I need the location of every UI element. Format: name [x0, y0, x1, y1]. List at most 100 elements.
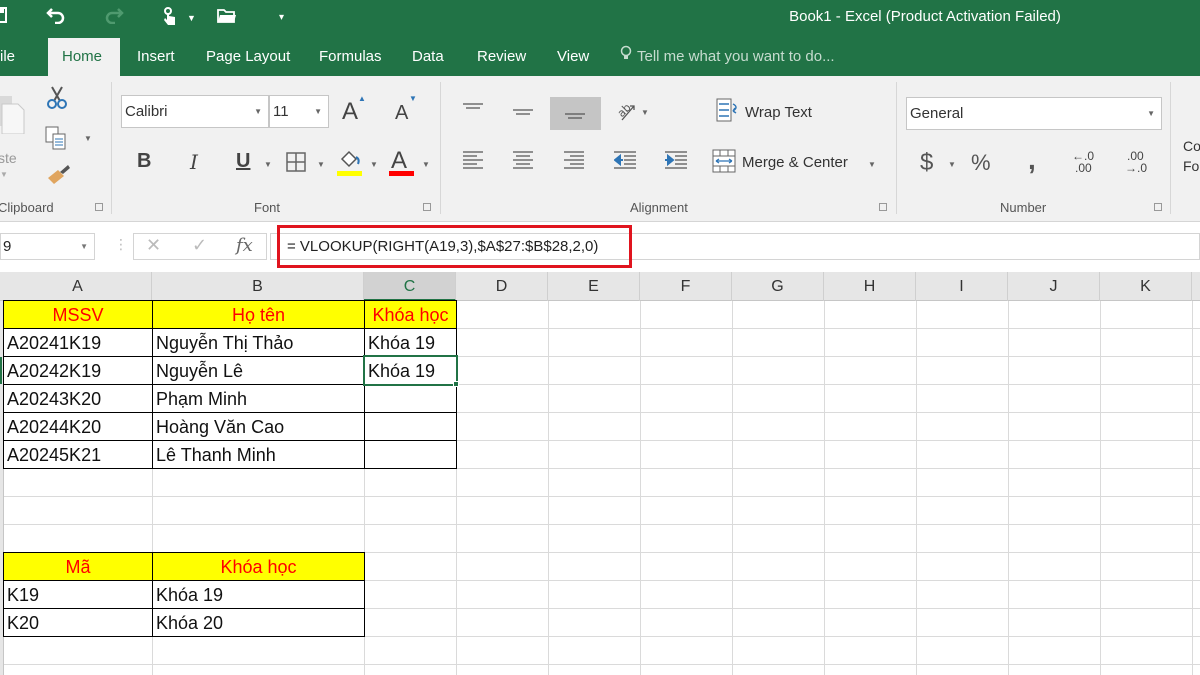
- percent-style-button[interactable]: %: [971, 150, 991, 176]
- grow-font-button[interactable]: A ▲: [342, 94, 366, 126]
- table-cell[interactable]: A20244K20: [3, 412, 153, 441]
- table-cell[interactable]: A20243K20: [3, 384, 153, 413]
- alignment-dialog-launcher-icon[interactable]: [879, 203, 887, 211]
- chevron-down-icon: ▼: [314, 107, 322, 116]
- name-box[interactable]: 9 ▼: [0, 233, 95, 260]
- comma-style-button[interactable]: ,: [1028, 144, 1036, 176]
- tab-page-layout[interactable]: Page Layout: [192, 38, 304, 76]
- top-align-icon[interactable]: [463, 100, 485, 118]
- tab-data[interactable]: Data: [398, 38, 458, 76]
- table-cell[interactable]: Hoàng Văn Cao: [152, 412, 365, 441]
- accounting-dropdown-icon[interactable]: ▼: [948, 160, 956, 169]
- fill-color-dropdown-icon[interactable]: ▼: [370, 160, 378, 169]
- table-cell[interactable]: K20: [3, 608, 153, 637]
- column-header-d[interactable]: D: [456, 272, 548, 301]
- formula-bar-resize-handle[interactable]: ⋮: [114, 236, 128, 253]
- column-header-a[interactable]: A: [4, 272, 152, 301]
- table-cell[interactable]: [364, 412, 457, 441]
- header-cell-ho-ten[interactable]: Họ tên: [152, 300, 365, 329]
- merge-center-button[interactable]: Merge & Center: [742, 154, 848, 171]
- copy-icon[interactable]: [45, 126, 67, 155]
- table-cell[interactable]: Khóa 20: [152, 608, 365, 637]
- column-header-h[interactable]: H: [824, 272, 916, 301]
- increase-indent-icon[interactable]: [665, 151, 689, 176]
- align-center-icon[interactable]: [513, 151, 535, 176]
- bottom-align-icon: [564, 113, 585, 119]
- table-cell[interactable]: Lê Thanh Minh: [152, 440, 365, 469]
- group-separator: [1170, 82, 1171, 214]
- table-cell[interactable]: A20245K21: [3, 440, 153, 469]
- italic-button[interactable]: I: [190, 150, 198, 174]
- conditional-formatting-button[interactable]: Co For: [1183, 136, 1200, 176]
- column-header-b[interactable]: B: [152, 272, 364, 301]
- header-cell-khoa-hoc[interactable]: Khóa học: [364, 300, 457, 329]
- cancel-icon[interactable]: ✕: [146, 235, 161, 256]
- header-cell-khoa-hoc[interactable]: Khóa học: [152, 552, 365, 581]
- table-cell[interactable]: Nguyễn Lê: [152, 356, 365, 385]
- number-dialog-launcher-icon[interactable]: [1154, 203, 1162, 211]
- underline-button[interactable]: U: [236, 150, 250, 173]
- insert-function-icon[interactable]: fx: [236, 235, 253, 256]
- wrap-text-icon[interactable]: [716, 98, 740, 127]
- column-header-i[interactable]: I: [916, 272, 1008, 301]
- wrap-text-button[interactable]: Wrap Text: [745, 104, 812, 121]
- tab-file[interactable]: ile: [0, 38, 29, 76]
- fill-handle[interactable]: [453, 381, 459, 387]
- table-cell[interactable]: Phạm Minh: [152, 384, 365, 413]
- shrink-font-button[interactable]: A ▼: [395, 94, 417, 125]
- column-header-c[interactable]: C: [364, 272, 456, 301]
- table-cell[interactable]: A20241K19: [3, 328, 153, 357]
- font-color-dropdown-icon[interactable]: ▼: [422, 160, 430, 169]
- middle-align-icon[interactable]: [513, 106, 535, 124]
- table-cell[interactable]: Khóa 19: [152, 580, 365, 609]
- borders-dropdown-icon[interactable]: ▼: [317, 160, 325, 169]
- enter-icon[interactable]: ✓: [192, 235, 207, 256]
- tab-review[interactable]: Review: [463, 38, 540, 76]
- tab-formulas[interactable]: Formulas: [305, 38, 396, 76]
- decrease-decimal-button[interactable]: .00 →.0: [1125, 150, 1147, 174]
- orientation-icon[interactable]: ab: [615, 100, 638, 125]
- merge-center-icon[interactable]: [712, 149, 736, 178]
- number-group-label: Number: [1000, 200, 1047, 215]
- font-name-dropdown[interactable]: Calibri ▼: [121, 95, 269, 128]
- cut-icon[interactable]: [45, 86, 69, 115]
- number-format-dropdown[interactable]: General ▼: [906, 97, 1162, 130]
- paste-button-label[interactable]: ste: [0, 150, 17, 166]
- table-cell[interactable]: Khóa 19: [364, 328, 457, 357]
- font-dialog-launcher-icon[interactable]: [423, 203, 431, 211]
- header-cell-mssv[interactable]: MSSV: [3, 300, 153, 329]
- font-size-dropdown[interactable]: 11 ▼: [269, 95, 329, 128]
- accounting-format-button[interactable]: $: [920, 149, 933, 177]
- tab-home[interactable]: Home: [48, 38, 120, 76]
- paste-icon[interactable]: [0, 90, 26, 139]
- increase-decimal-button[interactable]: ←.0 .00: [1072, 150, 1094, 174]
- align-right-icon[interactable]: [564, 151, 586, 176]
- table-cell[interactable]: [364, 384, 457, 413]
- tell-me-search[interactable]: Tell me what you want to do...: [620, 38, 835, 76]
- column-header-e[interactable]: E: [548, 272, 640, 301]
- column-header-j[interactable]: J: [1008, 272, 1100, 301]
- table-cell[interactable]: K19: [3, 580, 153, 609]
- table-cell[interactable]: [364, 440, 457, 469]
- format-painter-icon[interactable]: [46, 164, 70, 191]
- clipboard-dialog-launcher-icon[interactable]: [95, 203, 103, 211]
- table-cell[interactable]: Nguyễn Thị Thảo: [152, 328, 365, 357]
- tab-insert[interactable]: Insert: [123, 38, 189, 76]
- borders-icon[interactable]: [286, 152, 306, 177]
- align-left-icon[interactable]: [463, 151, 485, 176]
- column-header-g[interactable]: G: [732, 272, 824, 301]
- column-header-k[interactable]: K: [1100, 272, 1192, 301]
- bottom-align-button[interactable]: [550, 97, 601, 130]
- worksheet-grid[interactable]: MSSV Họ tên Khóa học A20241K19 Nguyễn Th…: [0, 300, 1200, 675]
- bold-button[interactable]: B: [137, 150, 151, 173]
- copy-dropdown-icon[interactable]: ▼: [84, 134, 92, 143]
- decrease-indent-icon[interactable]: [613, 151, 638, 176]
- table-cell[interactable]: A20242K19: [3, 356, 153, 385]
- merge-center-dropdown-icon[interactable]: ▼: [868, 160, 876, 169]
- underline-dropdown-icon[interactable]: ▼: [264, 160, 272, 169]
- tab-view[interactable]: View: [543, 38, 603, 76]
- column-header-f[interactable]: F: [640, 272, 732, 301]
- header-cell-ma[interactable]: Mã: [3, 552, 153, 581]
- orientation-dropdown-icon[interactable]: ▼: [641, 108, 649, 117]
- paste-dropdown-icon[interactable]: ▼: [0, 170, 8, 179]
